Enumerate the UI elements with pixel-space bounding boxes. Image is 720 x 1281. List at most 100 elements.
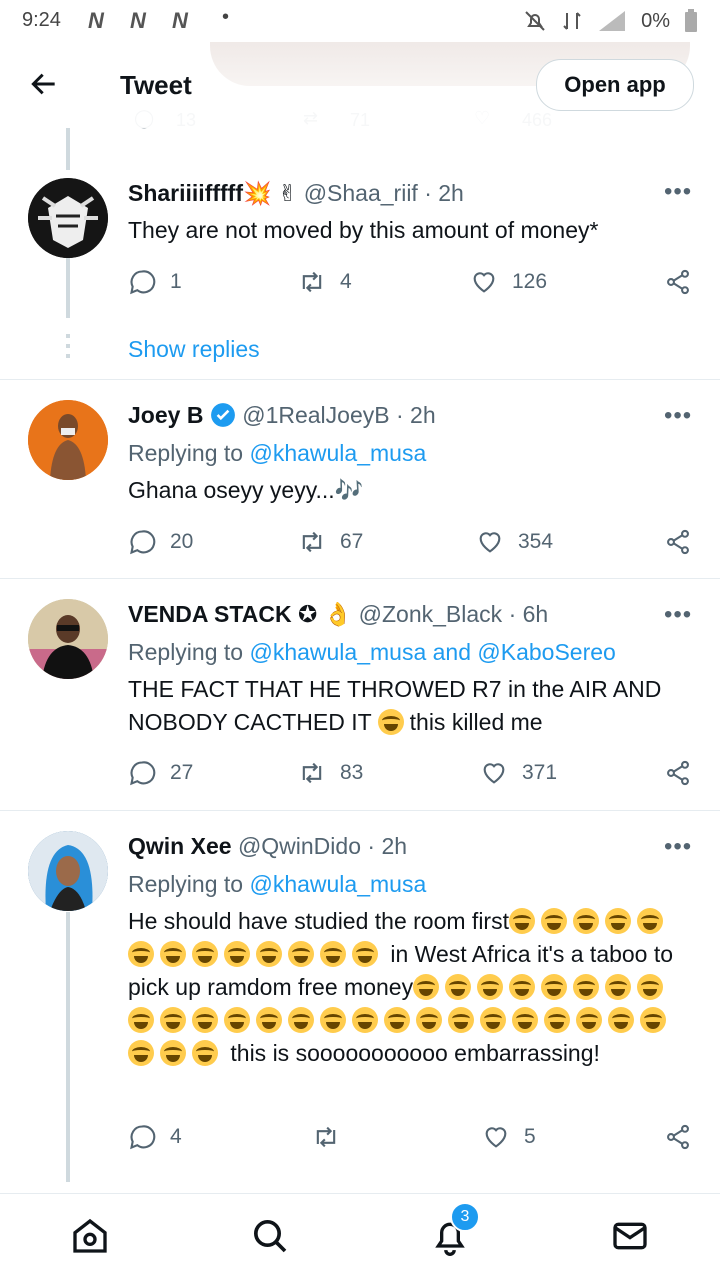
more-options-icon[interactable]: ••• [664,833,692,861]
avatar[interactable] [28,599,108,679]
signal-icon [599,11,626,31]
tears-of-joy-emoji-icon [572,908,599,934]
replying-label: Replying to [128,871,244,897]
tears-of-joy-emoji-icon [192,1007,218,1033]
tears-of-joy-emoji-icon [160,1040,186,1066]
tweet-text: He should have studied the room first in… [128,905,688,1070]
tweet-time: · 2h [367,833,408,859]
user-handle[interactable]: @QwinDido [238,833,361,859]
user-handle[interactable]: @1RealJoeyB [242,402,389,428]
tears-of-joy-emoji-icon [224,1007,250,1033]
tears-of-joy-emoji-icon [288,941,314,967]
open-app-button[interactable]: Open app [536,59,694,111]
messages-envelope-icon[interactable] [610,1216,650,1256]
reply-button[interactable]: 27 [128,759,193,787]
tweet-actions: 4 5 [128,1123,694,1155]
mention-link[interactable]: @khawula_musa [249,639,426,665]
retweet-button[interactable] [312,1123,340,1151]
thread-line [66,128,70,170]
share-icon [667,760,689,786]
like-count: 371 [522,761,558,784]
mention-link[interactable]: @khawula_musa [249,440,426,466]
replying-label: Replying to [128,440,244,466]
retweet-count: 83 [340,761,364,784]
data-icon [563,12,581,30]
tears-of-joy-emoji-icon [509,974,536,1000]
thread-line [66,258,70,318]
retweet-icon [302,762,322,784]
user-handle[interactable]: @Shaa_riif [304,180,418,206]
tweet-actions: 27 83 371 [128,759,694,791]
share-icon [667,269,689,295]
tears-of-joy-emoji-icon [224,941,250,967]
display-name[interactable]: Shariiiifffff [128,180,243,206]
tears-of-joy-emoji-icon [160,1007,186,1033]
mention-link[interactable]: @khawula_musa [249,871,426,897]
tears-of-joy-emoji-icon [384,1007,410,1033]
home-icon[interactable] [70,1216,110,1256]
tears-of-joy-emoji-icon [605,974,632,1000]
tears-of-joy-emoji-icon [604,908,631,934]
retweet-button[interactable]: 67 [298,528,363,556]
name-emoji: 💥 ✌ [243,180,298,206]
retweet-button[interactable]: 4 [298,268,352,296]
like-button[interactable]: 5 [482,1123,536,1151]
like-button[interactable]: 371 [480,759,557,787]
share-button[interactable] [664,1123,692,1151]
reply-count: 4 [170,1125,182,1148]
status-dot: • [222,6,230,28]
tears-of-joy-emoji-icon [288,1007,314,1033]
share-button[interactable] [664,528,692,556]
tears-of-joy-emoji-icon [128,1007,154,1033]
reply-icon [130,761,156,786]
replying-to: Replying to @khawula_musa [128,440,426,467]
like-button[interactable]: 354 [476,528,553,556]
tweet-text-part: this killed me [409,709,543,735]
reply-icon [130,270,156,295]
share-icon [667,529,689,555]
tears-of-joy-emoji-icon [128,941,154,967]
thread-dots [66,334,70,358]
reply-button[interactable]: 4 [128,1123,182,1151]
retweet-button[interactable]: 83 [298,759,363,787]
share-button[interactable] [664,759,692,787]
tears-of-joy-emoji-icon [573,974,600,1000]
tears-of-joy-emoji-icon [477,974,504,1000]
retweet-count: 67 [340,530,364,553]
tweet-time: · 2h [424,180,464,206]
tears-of-joy-emoji-icon [448,1007,474,1033]
replying-to: Replying to @khawula_musa [128,871,426,898]
name-emoji: ✪ 👌 [297,601,353,627]
share-button[interactable] [664,268,692,296]
reply-button[interactable]: 1 [128,268,182,296]
display-name[interactable]: Qwin Xee [128,833,232,859]
reply-count: 20 [170,530,194,553]
mention-link[interactable]: @KaboSereo [477,639,615,665]
status-time: 9:24 [22,9,61,31]
tears-of-joy-emoji-icon [640,1007,666,1033]
tears-of-joy-emoji-icon [480,1007,506,1033]
search-icon[interactable] [250,1216,290,1256]
tears-of-joy-emoji-icon [352,1007,378,1033]
divider [0,379,720,380]
tears-of-joy-emoji-icon [637,974,664,1000]
tweet-text: They are not moved by this amount of mon… [128,217,599,243]
display-name[interactable]: Joey B [128,402,203,428]
tweet-text-part: this is sooooooooooo embarrassing! [230,1040,600,1066]
like-button[interactable]: 126 [470,268,547,296]
more-options-icon[interactable]: ••• [664,601,692,629]
reply-icon [130,1125,156,1150]
more-options-icon[interactable]: ••• [664,178,692,206]
tears-of-joy-emoji-icon [192,1040,218,1066]
back-arrow-icon[interactable] [28,68,60,100]
user-handle[interactable]: @Zonk_Black [359,601,503,627]
battery-icon [685,9,697,32]
avatar[interactable] [28,400,108,480]
avatar[interactable] [28,831,108,911]
display-name[interactable]: VENDA STACK [128,601,292,627]
show-replies-link[interactable]: Show replies [128,336,260,363]
avatar[interactable] [28,178,108,258]
divider [0,810,720,811]
reply-button[interactable]: 20 [128,528,193,556]
more-options-icon[interactable]: ••• [664,402,692,430]
